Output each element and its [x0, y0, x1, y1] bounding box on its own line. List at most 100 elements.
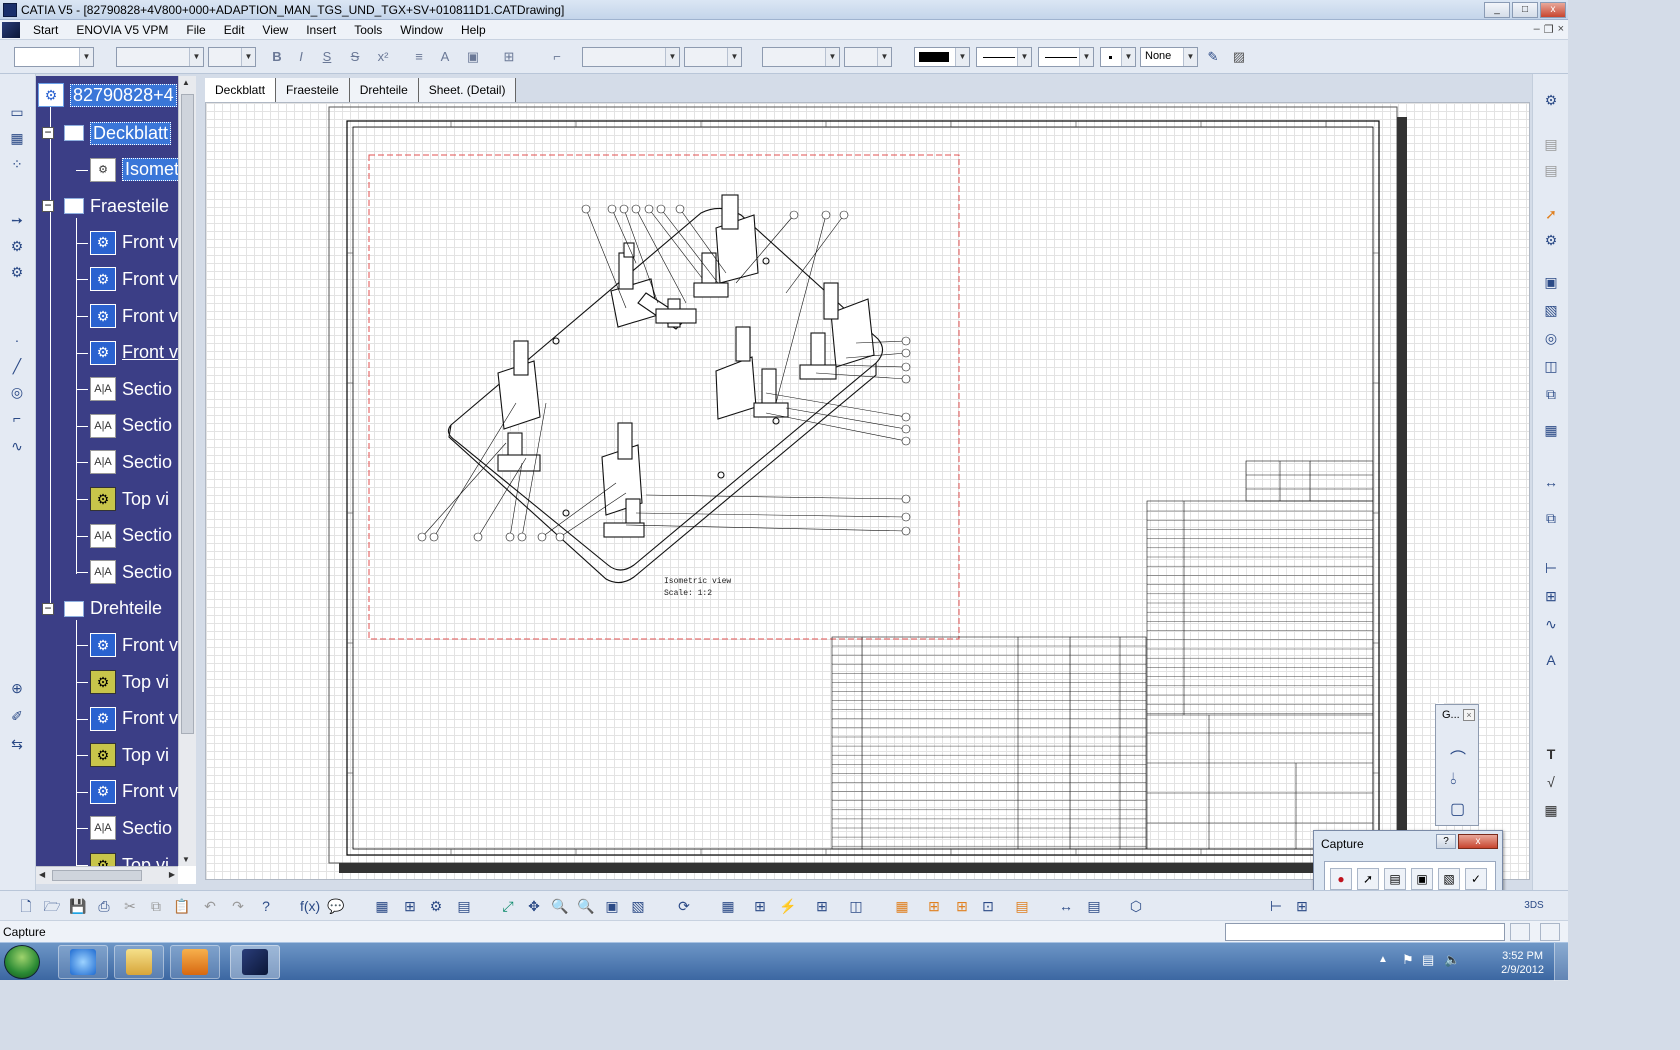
copy-icon[interactable]: ⧉ — [146, 896, 166, 916]
tree-view-node[interactable]: ⚙ Front v — [76, 630, 178, 660]
spline-icon[interactable]: ∿ — [6, 436, 28, 456]
normal-view-icon[interactable]: ▣ — [602, 896, 622, 916]
roughness-icon[interactable]: ∿ — [1540, 614, 1562, 634]
comment-icon[interactable]: 💬 — [326, 896, 346, 916]
tree-view-node[interactable]: A|A Sectio — [76, 447, 172, 477]
isometric-fixture[interactable] — [447, 194, 884, 584]
tree-horizontal-scrollbar[interactable]: ◀ ▶ — [36, 866, 178, 884]
chevron-right-icon[interactable]: ▶ — [169, 870, 175, 879]
document-icon[interactable] — [2, 21, 20, 38]
tab-drehteile[interactable]: Drehteile — [349, 78, 419, 102]
chevron-down-icon[interactable]: ▼ — [79, 48, 93, 66]
snap-icon[interactable]: ⊞ — [750, 896, 770, 916]
chevron-down-icon[interactable]: ▼ — [241, 48, 255, 66]
grid-icon[interactable]: ▦ — [718, 896, 738, 916]
table-edit-icon[interactable]: ▦ — [892, 896, 912, 916]
generation-icon[interactable]: ⚙ — [6, 236, 28, 256]
collapse-icon[interactable]: − — [42, 199, 54, 213]
menu-edit[interactable]: Edit — [215, 23, 254, 37]
select-icon[interactable]: ➚ — [1540, 204, 1562, 224]
product-icon[interactable]: ⬡ — [1126, 896, 1146, 916]
chevron-down-icon[interactable]: ▼ — [1079, 48, 1093, 66]
sheet-view-icon[interactable]: ▧ — [628, 896, 648, 916]
symbol-icon[interactable]: ⌐ — [548, 48, 566, 66]
chevron-down-icon[interactable]: ▼ — [1121, 48, 1135, 66]
album-icon[interactable]: ▧ — [1438, 868, 1460, 890]
chevron-down-icon[interactable]: ▼ — [825, 48, 839, 66]
chevron-down-icon[interactable]: ▼ — [955, 48, 969, 66]
tab-fraesteile[interactable]: Fraesteile — [276, 78, 350, 102]
cut-icon[interactable]: ✂ — [120, 896, 140, 916]
broken-view-icon[interactable]: ⧉ — [1540, 384, 1562, 404]
arc-icon[interactable]: ⌒ — [1450, 745, 1466, 769]
detail-sheet-icon[interactable]: ▤ — [1540, 160, 1562, 180]
hatch-icon[interactable]: ▨ — [1230, 48, 1248, 66]
text-frame-icon[interactable]: A — [1540, 650, 1562, 670]
wizard-icon[interactable]: ▦ — [1540, 420, 1562, 440]
menu-insert[interactable]: Insert — [297, 23, 345, 37]
painter-icon[interactable]: ✎ — [1204, 48, 1222, 66]
show-desktop-button[interactable] — [1554, 943, 1568, 981]
scroll-thumb[interactable] — [52, 870, 142, 881]
taskbar-ie[interactable] — [58, 945, 108, 979]
power-input[interactable] — [1225, 923, 1505, 941]
color-combo[interactable]: ▼ — [914, 47, 970, 67]
close-button[interactable]: x — [1540, 2, 1566, 18]
undo-icon[interactable]: ↶ — [200, 896, 220, 916]
dimension-icon[interactable]: ↔ — [1540, 472, 1562, 492]
tree-view-node[interactable]: ⚙ Front v — [76, 301, 178, 331]
underline-icon[interactable]: S — [318, 48, 336, 66]
superscript-icon[interactable]: x² — [374, 48, 392, 66]
menu-tools[interactable]: Tools — [345, 23, 391, 37]
text-icon[interactable]: T — [1540, 744, 1562, 764]
table-insert-icon[interactable]: ▦ — [1540, 800, 1562, 820]
catalog-icon[interactable]: ▤ — [454, 896, 474, 916]
settings-icon[interactable]: ✓ — [1465, 868, 1487, 890]
constraint-icon[interactable]: ⚡ — [778, 896, 798, 916]
redo-icon[interactable]: ↷ — [228, 896, 248, 916]
font-combo[interactable]: ▼ — [116, 47, 204, 67]
capture-close-button[interactable]: x — [1458, 834, 1498, 849]
circle-icon[interactable]: ◎ — [6, 382, 28, 402]
bold-icon[interactable]: B — [268, 48, 286, 66]
tree-view-node[interactable]: ⚙ Top vi — [76, 850, 169, 866]
power-input-options-icon[interactable] — [1510, 923, 1530, 941]
format-combo[interactable]: ▼ — [844, 47, 892, 67]
style-combo[interactable]: ▼ — [14, 47, 94, 67]
chevron-left-icon[interactable]: ◀ — [39, 870, 45, 879]
align-icon[interactable]: ⊞ — [952, 896, 972, 916]
chevron-down-icon[interactable]: ▼ — [877, 48, 891, 66]
collapse-icon[interactable]: − — [42, 602, 54, 615]
analysis-icon[interactable]: ⊞ — [400, 896, 420, 916]
projection-icon[interactable]: ⚙ — [1540, 230, 1562, 250]
update-icon[interactable]: ⟳ — [674, 896, 694, 916]
fit-all-icon[interactable]: ⤢ — [498, 896, 518, 916]
datum-icon[interactable]: ⊞ — [1540, 586, 1562, 606]
thickness-combo[interactable]: ▼ — [1038, 47, 1094, 67]
line-icon[interactable]: ╱ — [6, 356, 28, 376]
tray-arrow-icon[interactable]: ▲ — [1378, 954, 1388, 965]
dimension-combo[interactable]: ▼ — [582, 47, 680, 67]
section-view-icon[interactable]: ▧ — [1540, 300, 1562, 320]
whats-this-icon[interactable]: ? — [256, 896, 276, 916]
tree-view-node[interactable]: A|A Sectio — [76, 557, 172, 587]
tree-view-node[interactable]: ⚙ Top vi — [76, 484, 169, 514]
tree-view-node[interactable]: A|A Sectio — [76, 374, 172, 404]
workbench-icon[interactable]: ⚙ — [1540, 90, 1562, 110]
front-view-icon[interactable]: ▣ — [1540, 272, 1562, 292]
constraint-icon[interactable]: ✐ — [6, 706, 28, 726]
precision-combo[interactable]: ▼ — [762, 47, 840, 67]
linetype-combo[interactable]: ▼ — [976, 47, 1032, 67]
network-icon[interactable]: ▤ — [1422, 952, 1434, 968]
chevron-down-icon[interactable]: ▼ — [1017, 48, 1031, 66]
filter-icon[interactable]: ⚙ — [426, 896, 446, 916]
menu-view[interactable]: View — [253, 23, 297, 37]
start-button[interactable] — [4, 945, 40, 979]
table-icon[interactable]: ▦ — [372, 896, 392, 916]
tree-root[interactable]: ⚙ 82790828+4 — [38, 80, 177, 110]
doc-close-icon[interactable]: × — [1558, 23, 1564, 36]
chevron-down-icon[interactable]: ▼ — [189, 48, 203, 66]
dimension-sys-icon[interactable]: ⊞ — [812, 896, 832, 916]
point-combo[interactable]: ▼ — [1100, 47, 1136, 67]
align-icon[interactable]: ≡ — [410, 48, 428, 66]
